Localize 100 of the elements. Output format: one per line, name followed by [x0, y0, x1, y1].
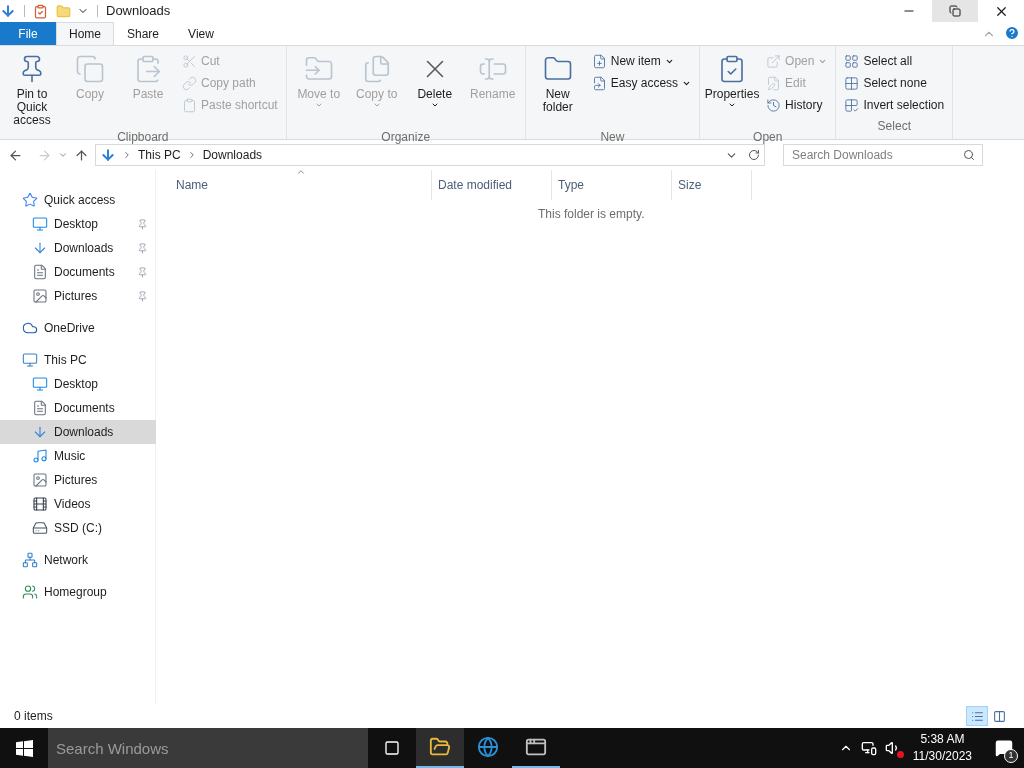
taskbar-search-field[interactable]: Search Windows	[48, 728, 368, 768]
monitor-icon	[32, 216, 48, 232]
restore-icon	[949, 5, 961, 17]
clock-date: 11/30/2023	[912, 748, 972, 765]
history-icon	[766, 97, 782, 113]
nav-item[interactable]: Pictures	[0, 468, 156, 492]
muted-icon	[896, 751, 904, 758]
nav-item[interactable]: Music	[0, 444, 156, 468]
ribbon-tab[interactable]: View	[172, 22, 230, 45]
down-arrow-icon	[0, 3, 16, 19]
ribbon-button[interactable]: Properties	[704, 50, 761, 128]
panes-icon	[992, 709, 1006, 723]
taskbar-app[interactable]	[416, 728, 464, 768]
refresh-icon[interactable]	[748, 149, 760, 161]
ribbon-button[interactable]: Select all	[840, 50, 949, 72]
ribbon-button[interactable]: Select none	[840, 72, 949, 94]
checkmark-document-icon[interactable]	[33, 3, 48, 19]
globe-icon	[477, 736, 499, 758]
nav-item[interactable]: Desktop	[0, 212, 156, 236]
clock-time: 5:38 AM	[920, 731, 965, 748]
up-icon[interactable]	[74, 147, 89, 163]
breadcrumb[interactable]: Downloads	[202, 146, 263, 164]
caret-icon	[372, 101, 381, 109]
ribbon-tab[interactable]: Home	[56, 22, 114, 45]
ribbon-button[interactable]: Pin to Quick access	[4, 50, 60, 128]
monitor-icon	[22, 352, 38, 368]
copy-icon	[75, 54, 105, 84]
clipboard-icon	[182, 97, 197, 113]
nav-item[interactable]: Downloads	[0, 420, 156, 444]
sort-ascending-icon	[296, 167, 306, 177]
file-plus-icon	[591, 53, 607, 69]
network-icon	[22, 552, 38, 568]
group-label: Open	[752, 129, 784, 146]
column-header[interactable]: Name	[170, 170, 432, 200]
nav-item[interactable]: OneDrive	[0, 316, 156, 340]
grid-icon	[844, 53, 860, 69]
grid-check-icon	[844, 97, 860, 113]
grid-icon	[844, 75, 860, 91]
restore-button[interactable]	[932, 0, 978, 22]
ribbon-button[interactable]: Easy access	[587, 72, 696, 94]
empty-folder-message: This folder is empty.	[538, 206, 645, 223]
nav-item[interactable]: Downloads	[0, 236, 156, 260]
open-icon	[766, 53, 782, 69]
action-center-button[interactable]: 1	[984, 728, 1024, 768]
nav-item[interactable]: Documents	[0, 260, 156, 284]
scissors-icon	[182, 53, 197, 69]
group-label: New	[599, 129, 626, 146]
view-button[interactable]	[966, 706, 988, 726]
item-count: 0 items	[14, 708, 53, 725]
ribbon-tab[interactable]: File	[0, 22, 56, 45]
address-bar[interactable]: This PC Downloads	[95, 144, 765, 166]
ribbon-button[interactable]: History	[762, 94, 832, 116]
ribbon-button[interactable]: Delete	[406, 50, 463, 128]
search-field[interactable]: Search Downloads	[783, 144, 983, 166]
folder-icon	[429, 736, 451, 758]
ribbon-button[interactable]: New item	[587, 50, 696, 72]
ribbon-button[interactable]: New folder	[529, 50, 586, 128]
caret-icon	[430, 101, 439, 109]
ribbon-button[interactable]: Invert selection	[840, 94, 949, 116]
search-icon	[963, 149, 975, 161]
monitor-icon	[32, 376, 48, 392]
group-label: Organize	[380, 129, 432, 146]
back-icon[interactable]	[8, 147, 23, 163]
down-arrow-icon	[32, 424, 48, 440]
task-view-icon	[384, 740, 400, 756]
group-label: Select	[876, 118, 912, 135]
column-header[interactable]: Type	[552, 170, 672, 200]
cloud-icon	[22, 320, 38, 336]
nav-item[interactable]: Homegroup	[0, 580, 156, 604]
nav-item[interactable]: SSD (C:)	[0, 516, 156, 540]
nav-item[interactable]: Documents	[0, 396, 156, 420]
drive-icon	[32, 520, 48, 536]
link-icon	[182, 75, 197, 91]
details-list-icon	[970, 709, 984, 723]
document-icon	[32, 264, 48, 280]
ribbon-tab[interactable]: Share	[114, 22, 172, 45]
column-header[interactable]: Size	[672, 170, 752, 200]
nav-item[interactable]: Network	[0, 548, 156, 572]
nav-item[interactable]: This PC	[0, 348, 156, 372]
nav-item[interactable]: Quick access	[0, 188, 156, 212]
network-icon[interactable]	[860, 740, 877, 756]
image-icon	[32, 472, 48, 488]
document-icon	[32, 400, 48, 416]
breadcrumb[interactable]: This PC	[138, 146, 181, 164]
help-icon[interactable]	[1004, 25, 1020, 41]
chevron-icon	[122, 150, 132, 160]
caret-icon	[314, 101, 323, 109]
music-note-icon	[32, 448, 48, 464]
notification-badge: 1	[1004, 749, 1018, 763]
caret-icon	[728, 101, 737, 109]
nav-item[interactable]: Videos	[0, 492, 156, 516]
nav-item[interactable]: Pictures	[0, 284, 156, 308]
windows-logo-icon	[15, 739, 33, 757]
column-header[interactable]: Date modified	[432, 170, 552, 200]
file-pen-icon	[766, 75, 782, 91]
nav-item[interactable]: Desktop	[0, 372, 156, 396]
group-label: Clipboard	[116, 129, 170, 146]
file-arrow-icon	[591, 75, 607, 91]
film-icon	[32, 496, 48, 512]
people-icon	[22, 584, 38, 600]
